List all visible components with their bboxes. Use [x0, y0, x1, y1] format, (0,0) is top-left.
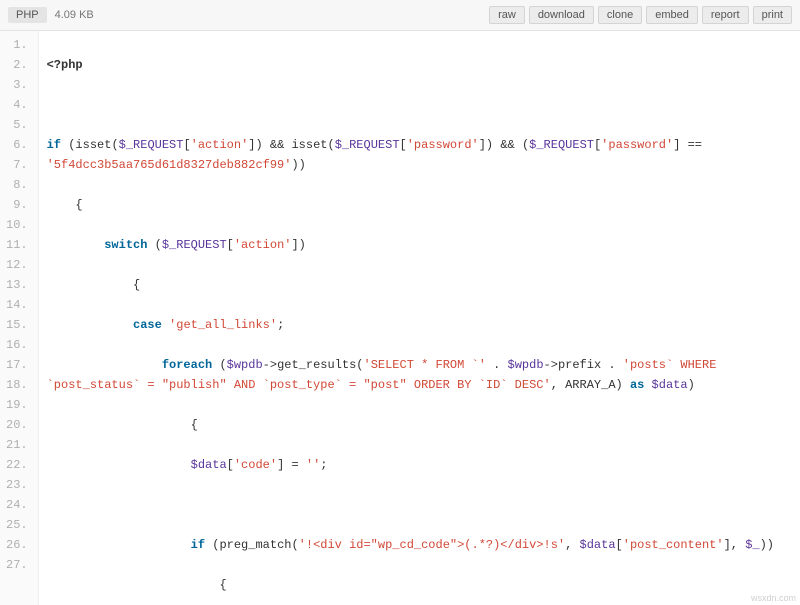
download-button[interactable]: download [529, 6, 594, 24]
watermark: wsxdn.com [751, 593, 796, 603]
line-number: 18. [2, 375, 32, 395]
line-number: 1. [2, 35, 32, 55]
line-number-gutter: 1.2.3.4.5.6.7.8.9.10.11.12.13.14.15.16.1… [0, 31, 39, 605]
line-number: 13. [2, 275, 32, 295]
line-number: 23. [2, 475, 32, 495]
line-number: 24. [2, 495, 32, 515]
line-number: 9. [2, 195, 32, 215]
line-number: 22. [2, 455, 32, 475]
line-number: 26. [2, 535, 32, 555]
raw-button[interactable]: raw [489, 6, 525, 24]
line-number: 25. [2, 515, 32, 535]
line-number: 5. [2, 115, 32, 135]
line-number: 14. [2, 295, 32, 315]
line-number: 17. [2, 355, 32, 375]
code-block[interactable]: <?php if (isset($_REQUEST['action']) && … [39, 31, 800, 605]
report-button[interactable]: report [702, 6, 749, 24]
clone-button[interactable]: clone [598, 6, 642, 24]
print-button[interactable]: print [753, 6, 792, 24]
line-number: 11. [2, 235, 32, 255]
line-number: 4. [2, 95, 32, 115]
action-bar: raw download clone embed report print [489, 6, 792, 24]
line-number: 2. [2, 55, 32, 75]
line-number: 7. [2, 155, 32, 175]
line-number: 16. [2, 335, 32, 355]
line-number: 3. [2, 75, 32, 95]
line-number: 20. [2, 415, 32, 435]
embed-button[interactable]: embed [646, 6, 698, 24]
line-number: 12. [2, 255, 32, 275]
line-number: 27. [2, 555, 32, 575]
line-number: 8. [2, 175, 32, 195]
header-bar: PHP 4.09 KB raw download clone embed rep… [0, 0, 800, 31]
file-size: 4.09 KB [55, 9, 94, 21]
line-number: 21. [2, 435, 32, 455]
line-number: 10. [2, 215, 32, 235]
line-number: 15. [2, 315, 32, 335]
line-number: 6. [2, 135, 32, 155]
line-number: 19. [2, 395, 32, 415]
language-badge: PHP [8, 7, 47, 23]
